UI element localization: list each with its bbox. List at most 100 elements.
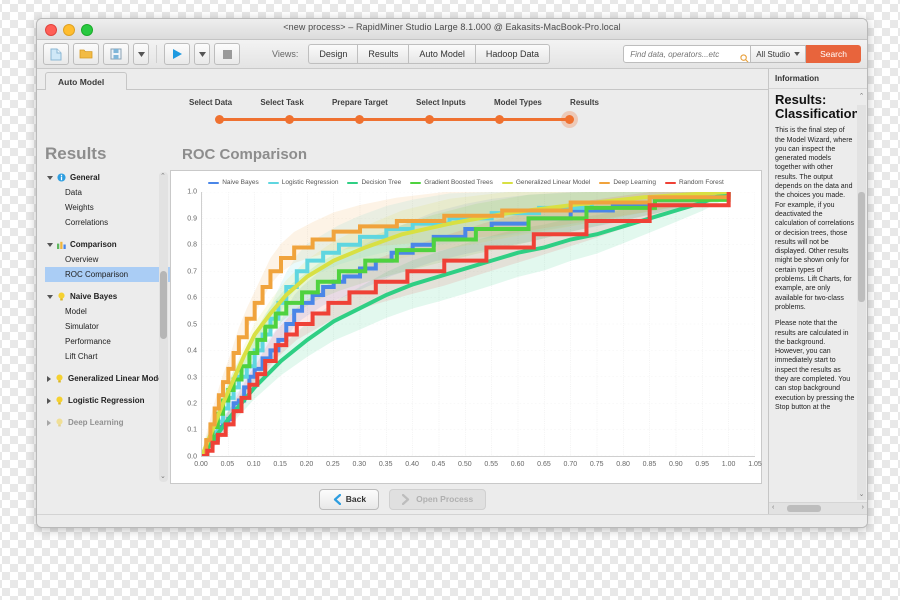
y-axis-tick: 0.9 xyxy=(187,215,197,222)
chevron-right-icon[interactable] xyxy=(47,375,51,382)
scroll-right-icon[interactable]: › xyxy=(862,504,864,511)
tree-item-simulator[interactable]: Simulator xyxy=(45,319,170,334)
tab-auto-model-panel[interactable]: Auto Model xyxy=(45,72,128,90)
information-hscroll-thumb[interactable] xyxy=(787,505,821,512)
tree-item-performance[interactable]: Performance xyxy=(45,334,170,349)
bulb-icon xyxy=(55,396,64,405)
tab-auto-model[interactable]: Auto Model xyxy=(408,44,475,64)
legend-item[interactable]: Naive Bayes xyxy=(208,179,259,186)
legend-item[interactable]: Random Forest xyxy=(664,179,724,186)
x-axis-tick: 1.05 xyxy=(748,461,762,468)
information-vertical-scrollbar[interactable]: ⌃ ⌄ xyxy=(857,93,866,500)
window-title: <new process> – RapidMiner Studio Large … xyxy=(283,22,621,32)
x-axis-tick: 0.30 xyxy=(352,461,367,468)
tab-design[interactable]: Design xyxy=(308,44,358,64)
tree-scrollbar[interactable]: ⌃ ⌄ xyxy=(159,172,168,482)
wizard-dot-model-types[interactable] xyxy=(494,115,504,124)
legend-swatch xyxy=(501,181,513,184)
chevron-right-icon xyxy=(402,493,410,505)
y-axis-tick: 0.4 xyxy=(187,347,197,355)
information-horizontal-scrollbar[interactable]: ‹ › xyxy=(769,502,867,514)
legend-item[interactable]: Gradient Boosted Trees xyxy=(410,179,493,186)
wizard-step-label-prepare-target[interactable]: Prepare Target xyxy=(332,98,388,107)
back-button[interactable]: Back xyxy=(318,488,380,510)
wizard-step-label-model-types[interactable]: Model Types xyxy=(494,98,542,107)
search-button[interactable]: Search xyxy=(806,45,861,63)
search-box[interactable] xyxy=(623,45,752,63)
chevron-down-icon[interactable] xyxy=(47,242,53,247)
x-axis-tick: 0.20 xyxy=(299,461,314,468)
tree-group-deep-learning[interactable]: Deep Learning xyxy=(45,415,170,430)
legend-swatch xyxy=(267,181,279,184)
y-axis-tick: 0.2 xyxy=(187,400,197,408)
wizard-dot-results[interactable] xyxy=(564,115,574,124)
tree-group-naive-bayes[interactable]: Naive Bayes xyxy=(45,289,170,304)
tree-item-data[interactable]: Data xyxy=(45,185,170,200)
scroll-down-icon[interactable]: ⌄ xyxy=(160,472,166,480)
tree-group-label: Logistic Regression xyxy=(68,396,145,405)
information-panel-body: Results: Classification This is the fina… xyxy=(769,89,867,502)
scroll-up-icon[interactable]: ⌃ xyxy=(160,172,166,180)
tree-group-generalized-linear-model[interactable]: Generalized Linear Model xyxy=(45,371,170,386)
bulb-icon xyxy=(55,374,64,383)
scroll-down-icon[interactable]: ⌄ xyxy=(858,490,865,498)
legend-label: Generalized Linear Model xyxy=(515,179,591,186)
tree-item-overview[interactable]: Overview xyxy=(45,252,170,267)
information-scroll-thumb[interactable] xyxy=(858,191,865,303)
tree-item-roc-comparison[interactable]: ROC Comparison xyxy=(45,267,170,282)
x-axis-tick: 0.70 xyxy=(563,461,578,468)
chevron-down-icon[interactable] xyxy=(47,175,53,180)
new-process-icon[interactable] xyxy=(43,43,69,65)
app-window: <new process> – RapidMiner Studio Large … xyxy=(36,18,868,528)
chevron-down-icon[interactable] xyxy=(47,294,53,299)
app-body: Auto Model Select Data Select Task Prepa… xyxy=(37,69,867,514)
tab-results[interactable]: Results xyxy=(357,44,409,64)
scroll-left-icon[interactable]: ‹ xyxy=(772,504,774,511)
wizard-step-label-results[interactable]: Results xyxy=(570,98,599,107)
search-input[interactable] xyxy=(628,48,741,60)
chart-plot-area xyxy=(201,192,756,457)
legend-item[interactable]: Deep Learning xyxy=(599,179,656,186)
information-title: Results: Classification xyxy=(775,92,860,121)
legend-swatch xyxy=(208,181,220,184)
search-icon[interactable] xyxy=(740,50,749,62)
x-axis-tick: 0.00 xyxy=(194,461,208,468)
save-dropdown-icon[interactable] xyxy=(133,43,149,65)
wizard-step-label-select-inputs[interactable]: Select Inputs xyxy=(416,98,466,107)
y-axis-tick: 0.6 xyxy=(187,294,197,302)
scroll-up-icon[interactable]: ⌃ xyxy=(858,92,865,100)
open-folder-icon[interactable] xyxy=(73,43,99,65)
legend-item[interactable]: Logistic Regression xyxy=(267,179,338,186)
tree-item-correlations[interactable]: Correlations xyxy=(45,215,170,230)
tree-group-label: Deep Learning xyxy=(68,418,124,427)
legend-item[interactable]: Generalized Linear Model xyxy=(501,179,591,186)
legend-item[interactable]: Decision Tree xyxy=(347,179,401,186)
wizard-dot-select-inputs[interactable] xyxy=(424,115,434,124)
x-axis-tick: 0.35 xyxy=(378,461,393,468)
stop-icon[interactable] xyxy=(214,43,240,65)
save-icon[interactable] xyxy=(103,43,129,65)
x-axis-tick: 0.80 xyxy=(616,461,630,468)
chevron-right-icon[interactable] xyxy=(47,397,51,404)
wizard-progress: Select Data Select Task Prepare Target S… xyxy=(37,90,768,138)
page-title: Results xyxy=(45,144,107,163)
wizard-step-label-select-data[interactable]: Select Data xyxy=(189,98,232,107)
tree-group-comparison[interactable]: Comparison xyxy=(45,237,170,252)
tree-group-label: Naive Bayes xyxy=(70,292,118,301)
run-dropdown-icon[interactable] xyxy=(194,43,210,65)
run-icon[interactable] xyxy=(164,43,190,65)
tree-item-lift-chart[interactable]: Lift Chart xyxy=(45,349,170,364)
wizard-dot-select-task[interactable] xyxy=(284,115,294,124)
wizard-dot-select-data[interactable] xyxy=(214,115,224,124)
tree-group-logistic-regression[interactable]: Logistic Regression xyxy=(45,393,170,408)
chevron-right-icon[interactable] xyxy=(47,419,51,426)
tab-hadoop-data[interactable]: Hadoop Data xyxy=(474,44,550,64)
tree-scroll-thumb[interactable] xyxy=(160,271,167,340)
content-area: General Data Weights Correlations Compar… xyxy=(37,170,768,484)
tree-item-model[interactable]: Model xyxy=(45,304,170,319)
tree-item-weights[interactable]: Weights xyxy=(45,200,170,215)
wizard-step-label-select-task[interactable]: Select Task xyxy=(260,98,303,107)
wizard-dot-prepare-target[interactable] xyxy=(354,115,364,124)
tree-group-general[interactable]: General xyxy=(45,170,170,185)
search-scope-select[interactable]: All Studio xyxy=(751,45,807,63)
